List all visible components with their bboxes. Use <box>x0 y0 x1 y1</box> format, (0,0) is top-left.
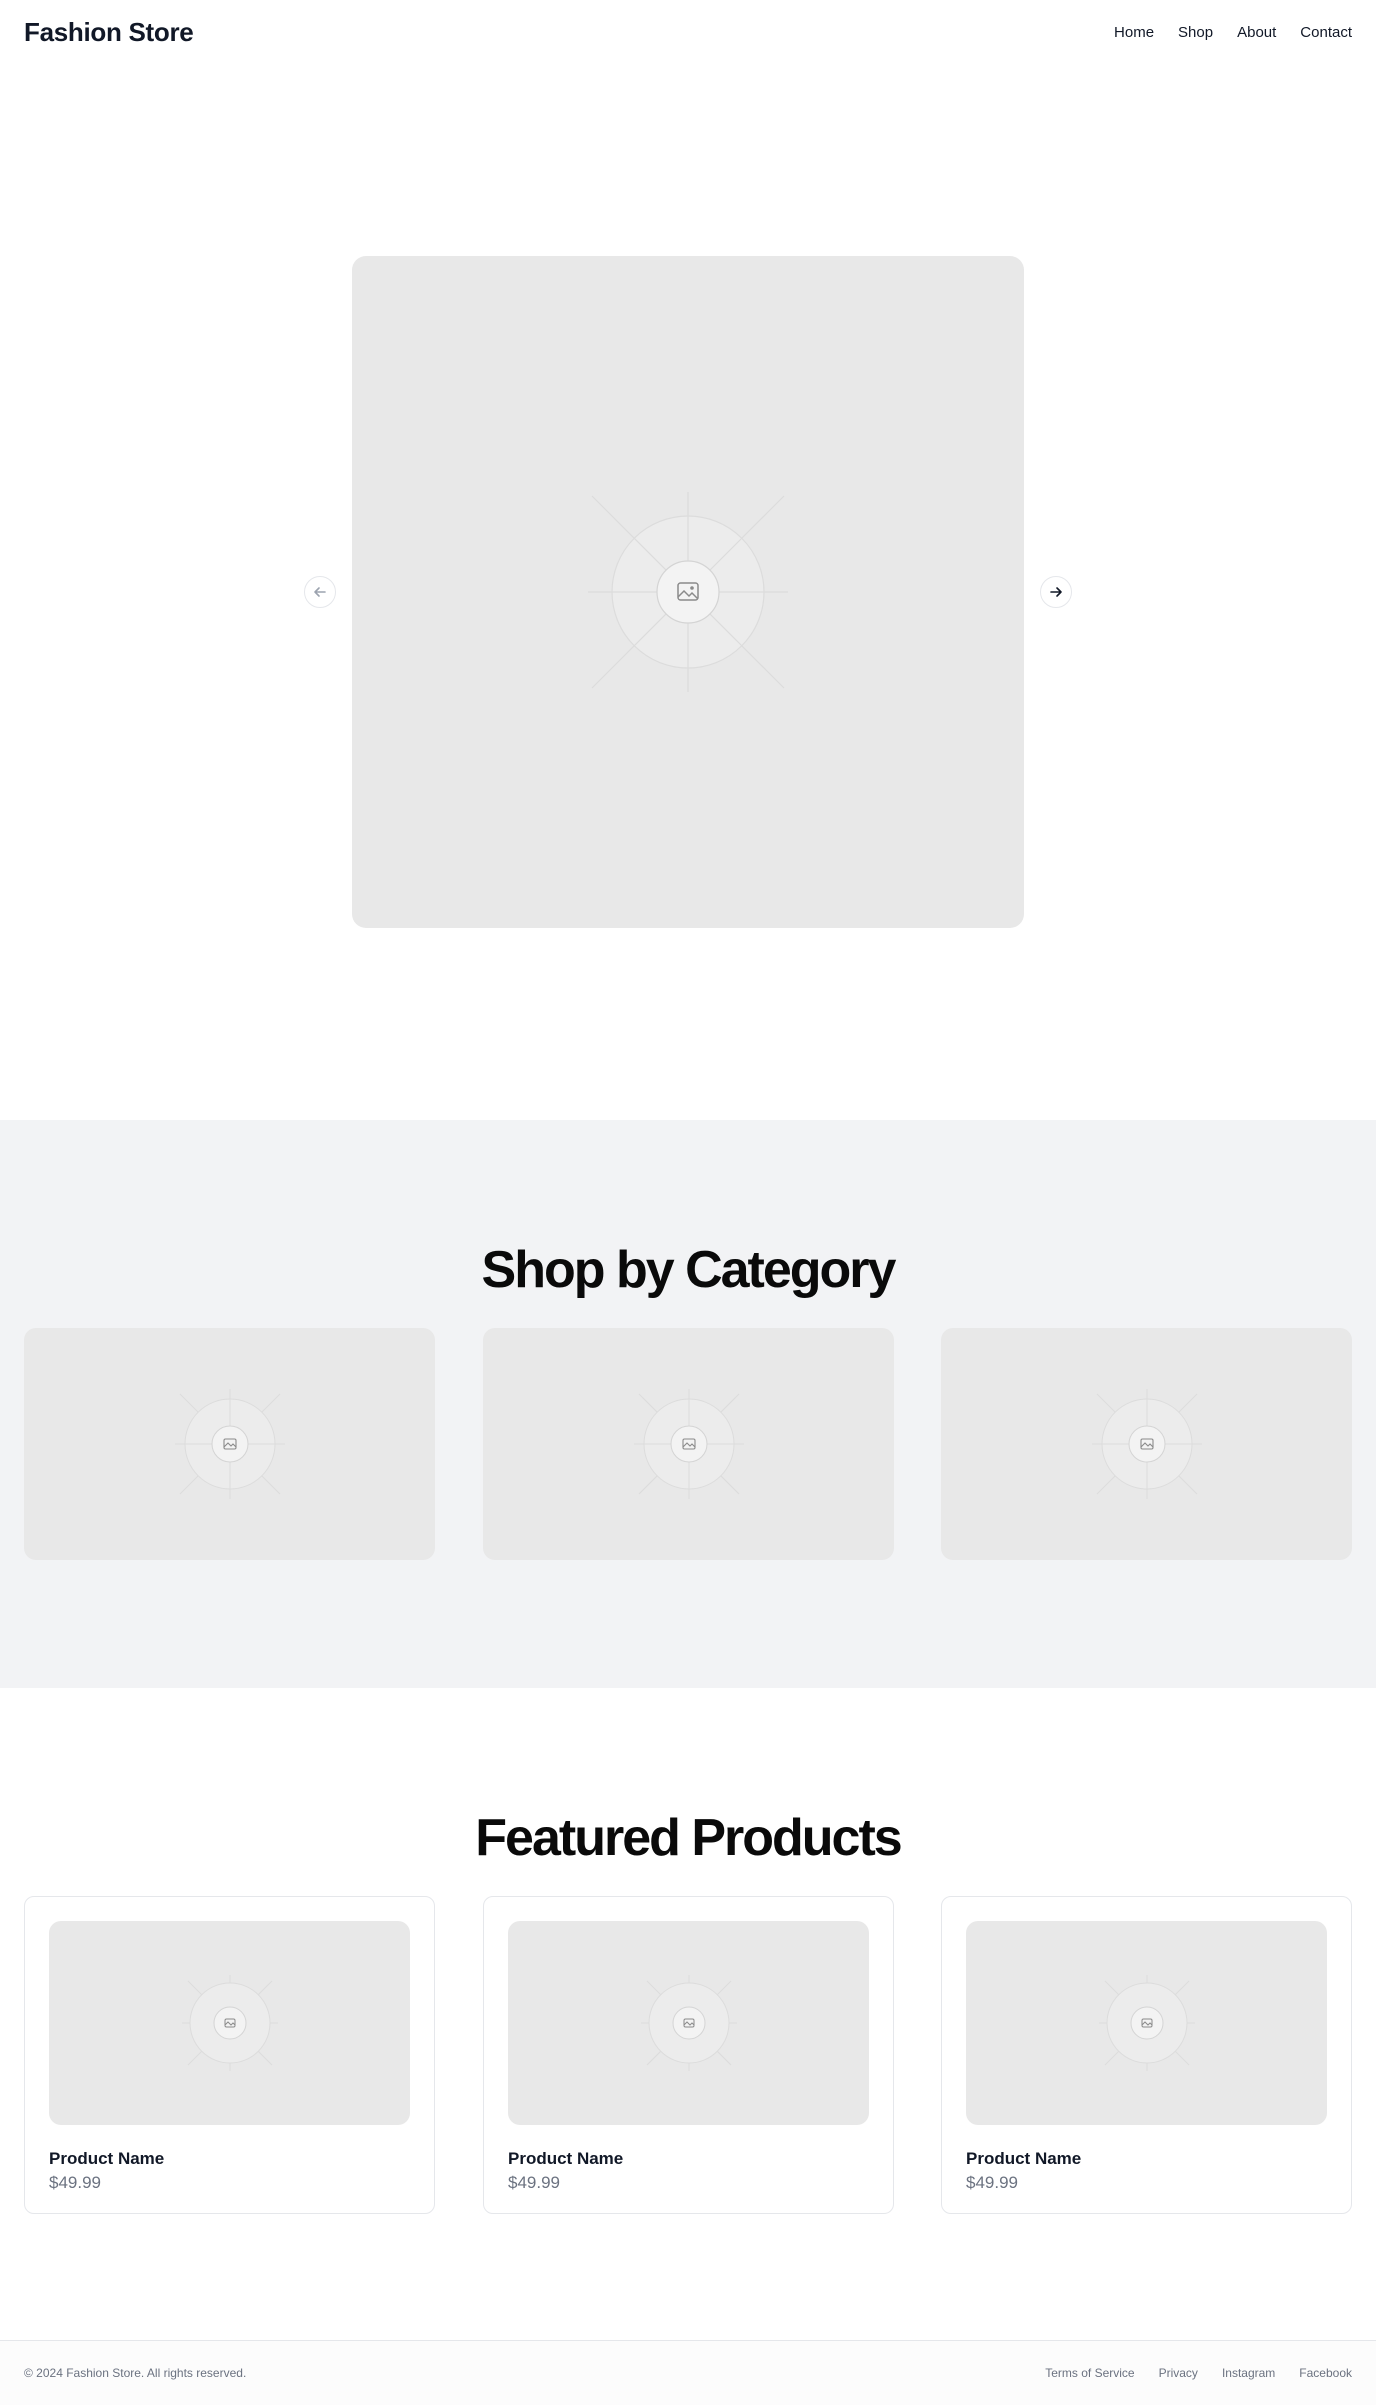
arrow-right-icon <box>1050 587 1062 597</box>
site-footer: © 2024 Fashion Store. All rights reserve… <box>0 2340 1376 2405</box>
product-card[interactable]: Product Name $49.99 <box>24 1896 435 2214</box>
category-card[interactable] <box>941 1328 1352 1560</box>
image-placeholder-icon <box>633 1389 744 1499</box>
footer-link-instagram[interactable]: Instagram <box>1222 2366 1275 2380</box>
nav-item-contact[interactable]: Contact <box>1300 24 1352 41</box>
image-placeholder-icon <box>1098 1975 1195 2071</box>
product-card[interactable]: Product Name $49.99 <box>483 1896 894 2214</box>
product-name: Product Name <box>508 2149 624 2168</box>
footer-link-facebook[interactable]: Facebook <box>1299 2366 1352 2380</box>
footer-link-terms[interactable]: Terms of Service <box>1045 2366 1134 2380</box>
arrow-left-icon <box>314 587 326 597</box>
footer-link-privacy[interactable]: Privacy <box>1159 2366 1198 2380</box>
featured-title: Featured Products <box>475 1809 902 1867</box>
image-placeholder-icon <box>174 1389 285 1499</box>
copyright-text: © 2024 Fashion Store. All rights reserve… <box>24 2366 247 2380</box>
main-nav: Home Shop About Contact <box>1114 24 1352 41</box>
product-price: $49.99 <box>508 2173 560 2192</box>
site-logo[interactable]: Fashion Store <box>24 17 194 48</box>
image-placeholder-icon <box>588 492 788 692</box>
category-title: Shop by Category <box>481 1241 897 1299</box>
product-image <box>49 1921 410 2125</box>
product-name: Product Name <box>966 2149 1082 2168</box>
product-card[interactable]: Product Name $49.99 <box>941 1896 1352 2214</box>
hero-carousel <box>0 64 1376 1120</box>
category-section: Shop by Category <box>0 1120 1376 1688</box>
product-name: Product Name <box>49 2149 165 2168</box>
product-image <box>966 1921 1327 2125</box>
featured-products-section: Featured Products Product Name $49.99 Pr… <box>0 1688 1376 2340</box>
nav-item-about[interactable]: About <box>1237 24 1276 41</box>
nav-item-shop[interactable]: Shop <box>1178 24 1213 41</box>
image-placeholder-icon <box>640 1975 737 2071</box>
product-image <box>508 1921 869 2125</box>
product-price: $49.99 <box>966 2173 1018 2192</box>
carousel-prev-button[interactable] <box>304 576 336 608</box>
nav-item-home[interactable]: Home <box>1114 24 1154 41</box>
product-price: $49.99 <box>49 2173 101 2192</box>
hero-image <box>352 256 1024 928</box>
site-header: Fashion Store Home Shop About Contact <box>0 0 1376 64</box>
image-placeholder-icon <box>1091 1389 1202 1499</box>
category-card[interactable] <box>24 1328 435 1560</box>
category-card[interactable] <box>483 1328 894 1560</box>
carousel-next-button[interactable] <box>1040 576 1072 608</box>
footer-links: Terms of Service Privacy Instagram Faceb… <box>1045 2366 1352 2380</box>
image-placeholder-icon <box>181 1975 278 2071</box>
